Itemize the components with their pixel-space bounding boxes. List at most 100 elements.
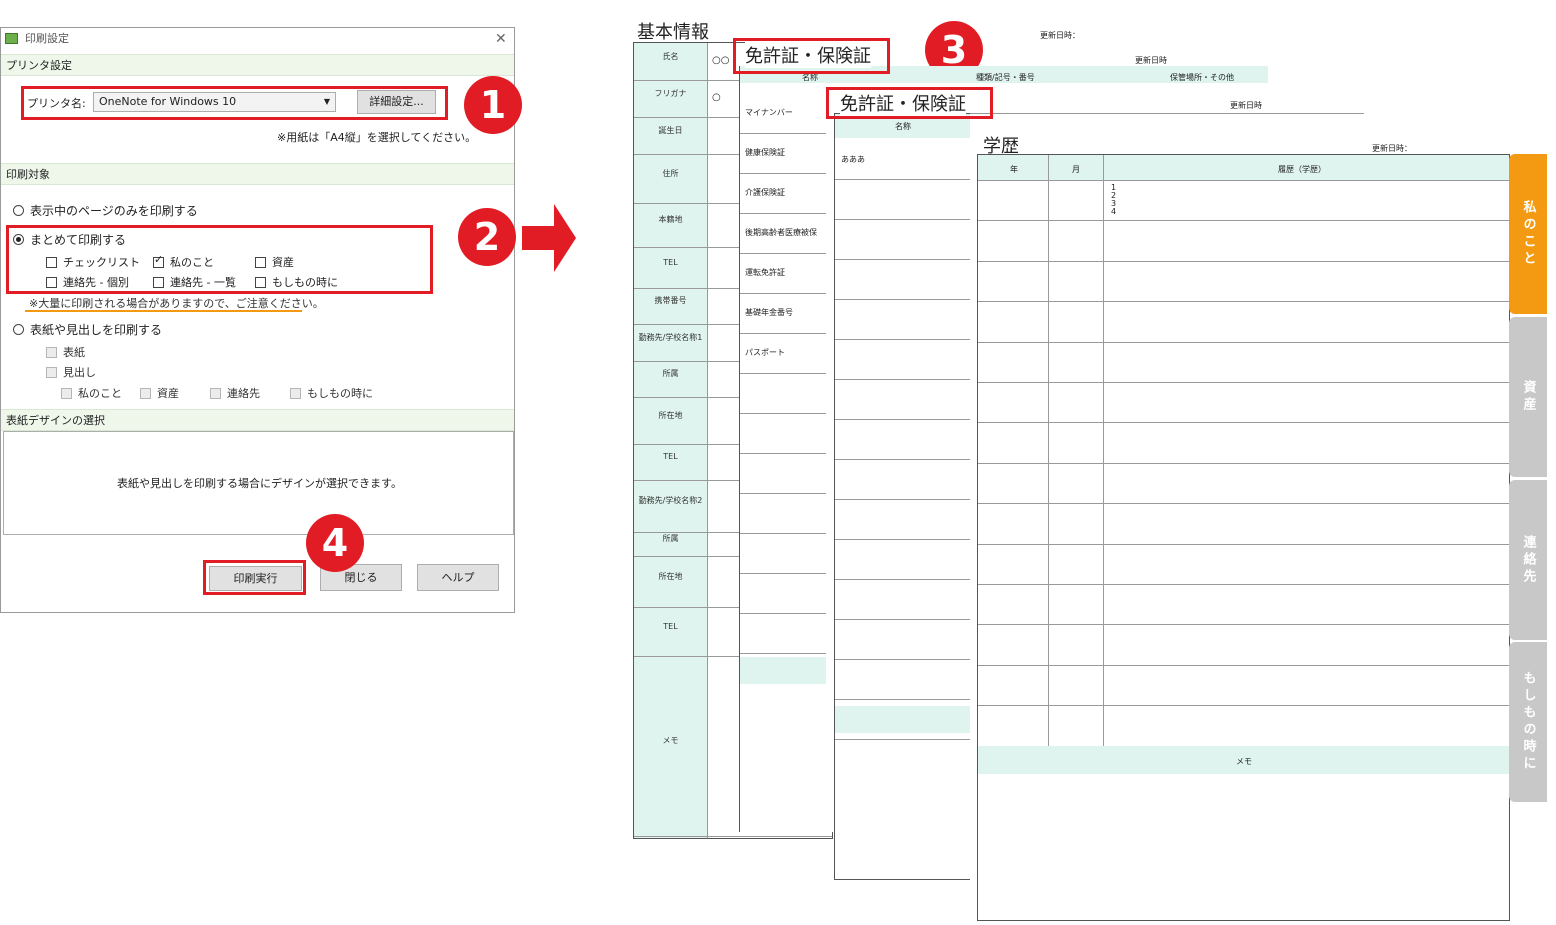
license2-col-name: 名称 — [895, 122, 911, 131]
history-line: 4 — [1111, 207, 1117, 216]
side-tab-contacts[interactable]: 連絡先 — [1509, 480, 1547, 640]
education-row-divider — [978, 664, 1509, 666]
step-badge-1: 1 — [464, 76, 522, 134]
checkbox-icon[interactable] — [46, 366, 57, 378]
education-row-divider — [978, 503, 1509, 505]
checkbox-icon[interactable] — [210, 387, 221, 399]
license1-footer-band — [740, 657, 826, 684]
license1-row-label: 健康保険証 — [745, 148, 785, 157]
right-arrow-icon — [522, 204, 576, 272]
education-row-divider — [978, 382, 1509, 383]
basic-row-label: フリガナ — [654, 88, 687, 98]
side-tab-label: 私のこと — [1520, 200, 1536, 268]
license2-updated: 更新日時 — [1230, 101, 1262, 110]
step-badge-4: 4 — [306, 514, 364, 572]
checkbox-label: 資産 — [157, 387, 179, 400]
print-highlight-box — [203, 560, 306, 595]
side-tab-label: 資産 — [1520, 380, 1536, 414]
education-col-month: 月 — [1072, 165, 1080, 174]
basic-info-title: 基本情報 — [637, 22, 709, 43]
app-icon — [5, 33, 18, 44]
basic-row-divider — [634, 836, 832, 837]
checkbox-label: もしもの時に — [307, 387, 373, 400]
education-col-history: 履歴（学歴） — [1278, 165, 1326, 174]
radio-current-page[interactable]: 表示中のページのみを印刷する — [13, 202, 198, 219]
basic-row-label: 勤務先/学校名称1 — [638, 332, 703, 342]
checkbox-heading-watashi[interactable]: 私のこと — [61, 385, 122, 401]
page-license-2: 名称 あああ — [834, 113, 970, 880]
close-icon[interactable]: ✕ — [495, 28, 507, 50]
batch-highlight-box — [6, 225, 433, 294]
license1-empty-divider — [740, 573, 826, 574]
checkbox-icon[interactable] — [140, 387, 151, 399]
license1-empty-divider — [740, 493, 826, 494]
license1-row-divider — [740, 293, 826, 294]
license2-row-divider — [835, 219, 970, 220]
license2-row-divider — [835, 499, 970, 500]
radio-cover-icon[interactable] — [13, 324, 24, 335]
checkbox-cover[interactable]: 表紙 — [46, 344, 85, 360]
basic-row-label: 所属 — [662, 369, 679, 378]
license1-row-divider — [740, 253, 826, 254]
license2-top-line — [970, 113, 1364, 114]
checkbox-label: 見出し — [63, 366, 96, 379]
basic-row-label: 携帯番号 — [654, 296, 687, 305]
license2-row-divider — [835, 339, 970, 340]
furigana-value: ○ — [712, 92, 721, 103]
warning-text: ※大量に印刷される場合がありますので、ご注意ください。 — [29, 297, 324, 310]
checkbox-icon[interactable] — [46, 346, 57, 358]
education-row-divider — [978, 462, 1509, 464]
radio-cover-label: 表紙や見出しを印刷する — [30, 323, 163, 337]
basic-row-label: メモ — [662, 736, 679, 745]
education-row-divider — [978, 543, 1509, 545]
page-education: 年 月 履歴（学歴） 1 2 3 4 メモ — [977, 154, 1510, 921]
education-row-divider — [978, 260, 1509, 262]
license2-row-divider — [835, 379, 970, 380]
dialog-title: 印刷設定 — [25, 32, 69, 45]
license1-empty-divider — [740, 453, 826, 454]
license2-row-divider — [835, 459, 970, 460]
education-row-divider — [978, 341, 1509, 343]
education-row-divider — [978, 422, 1509, 424]
basic-row-label: 氏名 — [662, 51, 679, 61]
checkbox-icon[interactable] — [61, 387, 72, 399]
education-col-year: 年 — [1010, 165, 1018, 174]
license1-updated-col: 更新日時 — [1135, 56, 1167, 65]
radio-current-icon[interactable] — [13, 205, 24, 216]
license2-row-divider — [835, 419, 970, 420]
side-tab-watashi[interactable]: 私のこと — [1509, 154, 1547, 314]
license1-row-label: マイナンバー — [745, 108, 793, 117]
license1-row-divider — [740, 333, 826, 334]
education-memo-label: メモ — [1236, 757, 1252, 766]
basic-row-label: TEL — [663, 621, 678, 631]
education-row-divider — [978, 180, 1509, 181]
checkbox-heading-emergency[interactable]: もしもの時に — [290, 385, 373, 401]
checkbox-icon[interactable] — [290, 387, 301, 399]
side-tab-emergency[interactable]: もしもの時に — [1509, 642, 1547, 802]
license1-row-label: 介護保険証 — [745, 188, 785, 197]
checkbox-heading[interactable]: 見出し — [46, 364, 96, 380]
license2-first-value: あああ — [841, 155, 865, 164]
license2-highlight-box — [826, 87, 993, 119]
checkbox-label: 連絡先 — [227, 387, 260, 400]
step-badge-2: 2 — [458, 208, 516, 266]
checkbox-heading-contacts[interactable]: 連絡先 — [210, 385, 260, 401]
design-list[interactable]: 表紙や見出しを印刷する場合にデザインが選択できます。 — [3, 431, 514, 535]
education-row-divider — [978, 624, 1509, 626]
print-settings-dialog: 印刷設定 ✕ プリンタ設定 プリンタ名: OneNote for Windows… — [0, 27, 515, 613]
license2-footer-band — [835, 706, 970, 733]
education-row-divider — [978, 301, 1509, 303]
radio-cover-print[interactable]: 表紙や見出しを印刷する — [13, 321, 162, 338]
radio-current-label: 表示中のページのみを印刷する — [30, 204, 198, 218]
help-button[interactable]: ヘルプ — [417, 564, 499, 591]
education-row-divider — [978, 220, 1509, 222]
license1-row-divider — [740, 173, 826, 174]
side-tab-assets[interactable]: 資産 — [1509, 317, 1547, 477]
education-header-row — [978, 155, 1509, 180]
license1-row-divider — [740, 373, 826, 374]
checkbox-heading-assets[interactable]: 資産 — [140, 385, 179, 401]
basic-row-label: 勤務先/学校名称2 — [638, 496, 703, 505]
paper-note: ※用紙は「A4縦」を選択してください。 — [277, 131, 477, 144]
license2-row-divider — [835, 699, 970, 700]
license2-row-divider — [835, 619, 970, 620]
